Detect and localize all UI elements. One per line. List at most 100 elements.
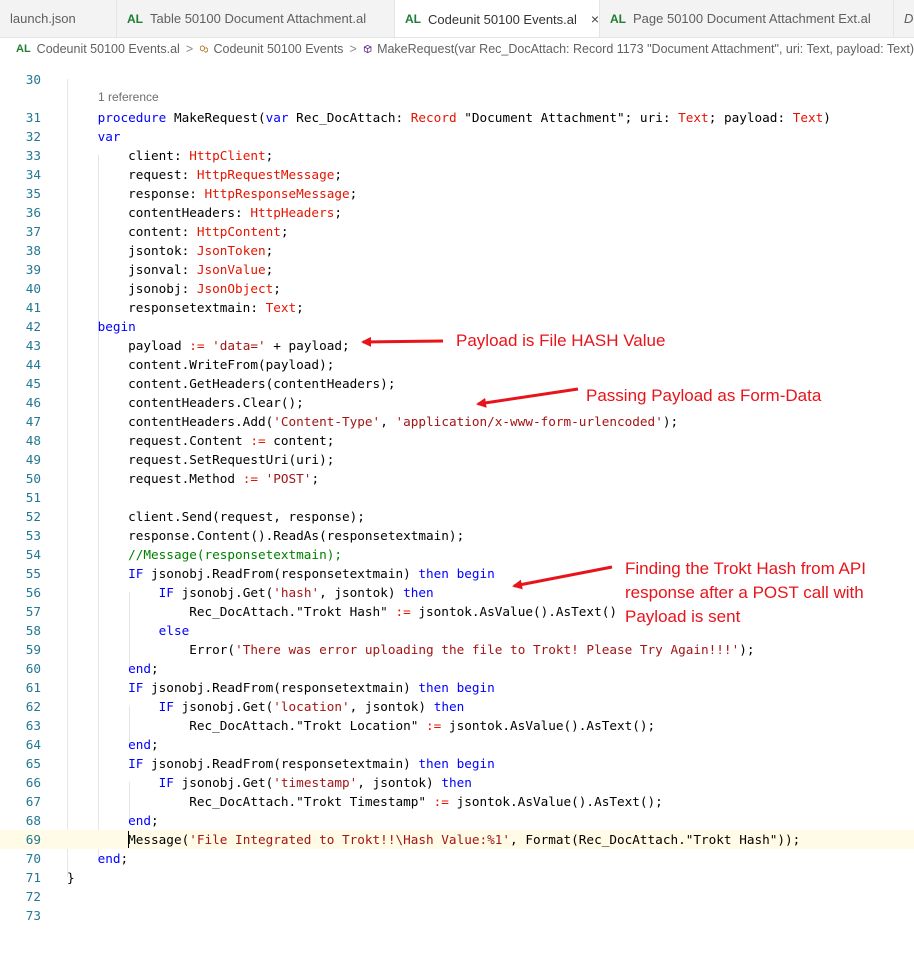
- line-number: 67: [25, 794, 41, 809]
- tab-codeunit-events[interactable]: AL Codeunit 50100 Events.al ×: [395, 0, 600, 37]
- code-token: Error(: [67, 642, 236, 657]
- code-token: ;: [265, 243, 274, 258]
- tab-table-document-attachment[interactable]: AL Table 50100 Document Attachment.al: [117, 0, 395, 37]
- line-number: 57: [25, 604, 41, 619]
- code-line[interactable]: 35 response: HttpResponseMessage;: [0, 184, 914, 203]
- code-line[interactable]: 58 else: [0, 621, 914, 640]
- code-line[interactable]: 36 contentHeaders: HttpHeaders;: [0, 203, 914, 222]
- annotation-hash-line-3: Payload is sent: [625, 607, 741, 626]
- code-line[interactable]: 50 request.Method := 'POST';: [0, 469, 914, 488]
- code-line[interactable]: 32 var: [0, 127, 914, 146]
- code-line[interactable]: 38 jsontok: JsonToken;: [0, 241, 914, 260]
- code-line[interactable]: 67 Rec_DocAttach."Trokt Timestamp" := js…: [0, 792, 914, 811]
- breadcrumb-file[interactable]: Codeunit 50100 Events.al: [37, 42, 180, 56]
- code-line[interactable]: 47 contentHeaders.Add('Content-Type', 'a…: [0, 412, 914, 431]
- code-text: content.WriteFrom(payload);: [67, 355, 334, 374]
- code-line[interactable]: 61 IF jsonobj.ReadFrom(responsetextmain)…: [0, 678, 914, 697]
- close-icon[interactable]: ×: [591, 11, 599, 27]
- code-line[interactable]: 44 content.WriteFrom(payload);: [0, 355, 914, 374]
- tab-launch-json[interactable]: launch.json: [0, 0, 117, 37]
- line-number: 43: [25, 338, 41, 353]
- breadcrumb-object[interactable]: Codeunit 50100 Events: [213, 42, 343, 56]
- code-token: ;: [120, 851, 129, 866]
- tab-page-document-attachment-ext[interactable]: AL Page 50100 Document Attachment Ext.al: [600, 0, 894, 37]
- code-line[interactable]: 70 end;: [0, 849, 914, 868]
- code-text: request.Content := content;: [67, 431, 334, 450]
- line-number: 31: [25, 110, 41, 125]
- code-line[interactable]: 73: [0, 906, 914, 925]
- code-token: contentHeaders:: [67, 205, 251, 220]
- code-token: begin: [97, 319, 136, 334]
- code-line[interactable]: 63 Rec_DocAttach."Trokt Location" := jso…: [0, 716, 914, 735]
- code-token: jsonobj:: [67, 281, 197, 296]
- code-line[interactable]: 41 responsetextmain: Text;: [0, 298, 914, 317]
- code-line[interactable]: 68 end;: [0, 811, 914, 830]
- code-text: Error('There was error uploading the fil…: [67, 640, 754, 659]
- code-line[interactable]: 72: [0, 887, 914, 906]
- code-text: request.SetRequestUri(uri);: [67, 450, 334, 469]
- code-token: JsonToken: [196, 243, 266, 258]
- code-line[interactable]: 48 request.Content := content;: [0, 431, 914, 450]
- code-token: then: [403, 585, 434, 600]
- code-token: then: [418, 566, 449, 581]
- line-number: 68: [25, 813, 41, 828]
- code-token: Text: [678, 110, 709, 125]
- code-line[interactable]: 65 IF jsonobj.ReadFrom(responsetextmain)…: [0, 754, 914, 773]
- code-line[interactable]: 64 end;: [0, 735, 914, 754]
- code-line[interactable]: 33 client: HttpClient;: [0, 146, 914, 165]
- breadcrumb-method[interactable]: MakeRequest(var Rec_DocAttach: Record 11…: [377, 42, 914, 56]
- code-token: :=: [242, 471, 258, 486]
- code-token: IF: [128, 680, 144, 695]
- code-line[interactable]: 49 request.SetRequestUri(uri);: [0, 450, 914, 469]
- line-number: 35: [25, 186, 41, 201]
- code-text: IF jsonobj.Get('timestamp', jsontok) the…: [67, 773, 472, 792]
- code-line[interactable]: 66 IF jsonobj.Get('timestamp', jsontok) …: [0, 773, 914, 792]
- line-number: 36: [25, 205, 41, 220]
- code-token: response.Content().ReadAs(responsetextma…: [67, 528, 465, 543]
- code-text: procedure MakeRequest(var Rec_DocAttach:…: [67, 108, 831, 127]
- code-line[interactable]: 71}: [0, 868, 914, 887]
- code-token: ;: [265, 262, 274, 277]
- code-editor[interactable]: 1 reference 30 31 procedure MakeRequest(v…: [0, 60, 914, 965]
- code-token: :=: [250, 433, 266, 448]
- code-line[interactable]: 31 procedure MakeRequest(var Rec_DocAtta…: [0, 108, 914, 127]
- code-text: //Message(responsetextmain);: [67, 545, 342, 564]
- code-line[interactable]: 52 client.Send(request, response);: [0, 507, 914, 526]
- code-line[interactable]: 39 jsonval: JsonValue;: [0, 260, 914, 279]
- code-text: }: [67, 868, 75, 887]
- code-token: HttpRequestMessage: [196, 167, 335, 182]
- code-line[interactable]: 59 Error('There was error uploading the …: [0, 640, 914, 659]
- line-number: 73: [25, 908, 41, 923]
- code-token: JsonObject: [196, 281, 274, 296]
- code-line[interactable]: 69 Message('File Integrated to Trokt!!\H…: [0, 830, 914, 849]
- line-number: 61: [25, 680, 41, 695]
- tab-label: Table 50100 Document Attachment.al: [150, 11, 367, 26]
- code-token: , jsontok): [357, 775, 442, 790]
- code-token: IF: [128, 756, 144, 771]
- code-line[interactable]: 40 jsonobj: JsonObject;: [0, 279, 914, 298]
- code-token: ;: [311, 471, 320, 486]
- codelens-reference[interactable]: 1 reference: [98, 89, 159, 105]
- line-number: 42: [25, 319, 41, 334]
- code-token: :=: [433, 794, 449, 809]
- code-text: Rec_DocAttach."Trokt Location" := jsonto…: [67, 716, 655, 735]
- code-line[interactable]: 53 response.Content().ReadAs(responsetex…: [0, 526, 914, 545]
- code-line[interactable]: 30: [0, 70, 914, 89]
- code-token: }: [67, 870, 75, 885]
- code-line[interactable]: 37 content: HttpContent;: [0, 222, 914, 241]
- code-token: IF: [128, 566, 144, 581]
- code-token: else: [158, 623, 190, 638]
- tab-overflow[interactable]: D: [894, 0, 914, 37]
- code-token: + payload;: [265, 338, 350, 353]
- line-number: 51: [25, 490, 41, 505]
- code-line[interactable]: 51: [0, 488, 914, 507]
- code-line[interactable]: 62 IF jsonobj.Get('location', jsontok) t…: [0, 697, 914, 716]
- code-text: IF jsonobj.ReadFrom(responsetextmain) th…: [67, 678, 495, 697]
- line-number: 54: [25, 547, 41, 562]
- code-line[interactable]: 60 end;: [0, 659, 914, 678]
- code-line[interactable]: 34 request: HttpRequestMessage;: [0, 165, 914, 184]
